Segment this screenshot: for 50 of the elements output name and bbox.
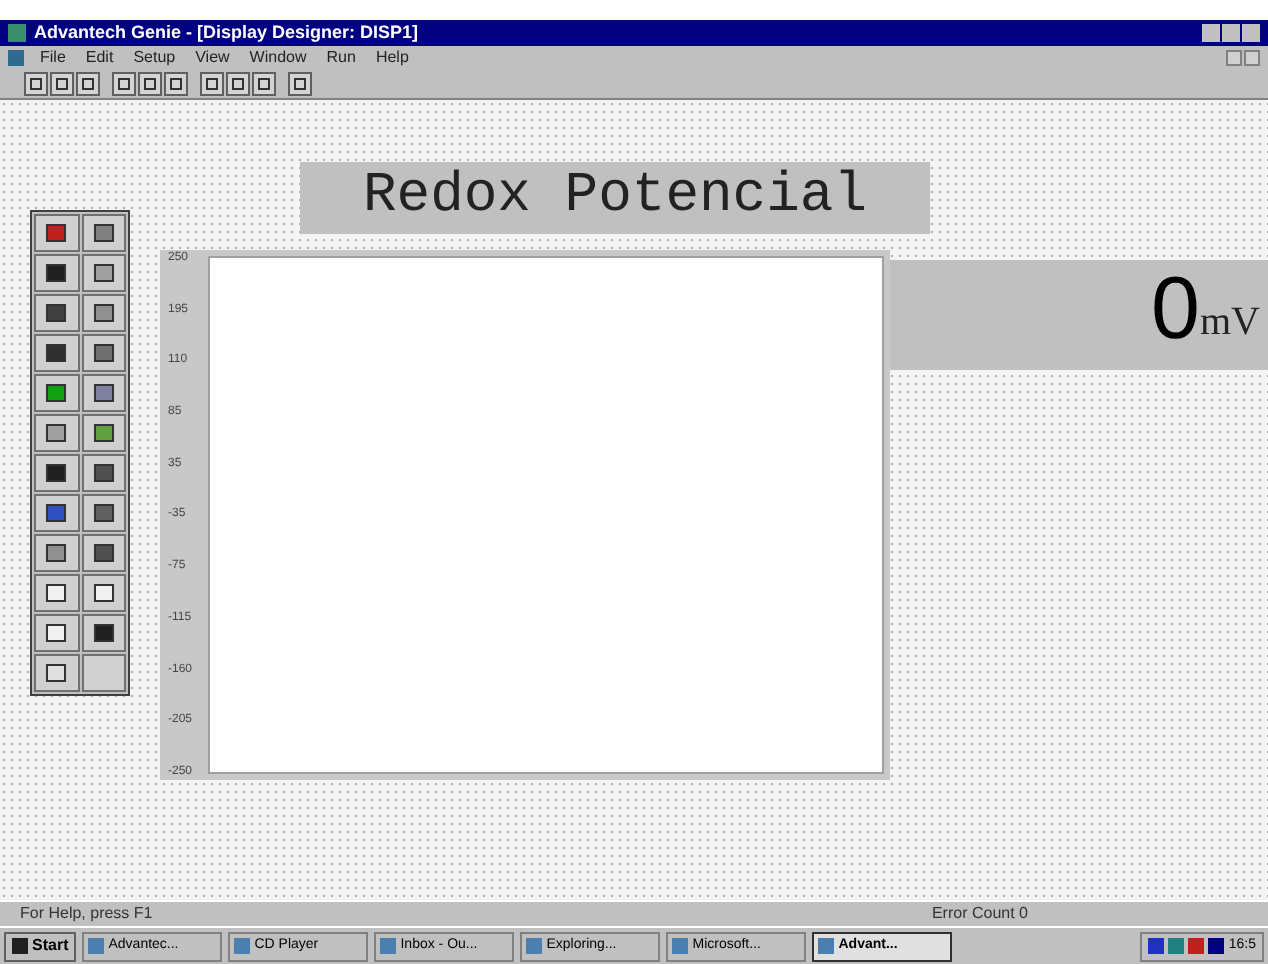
tool-button[interactable] [34, 334, 79, 372]
window-title: Advantech Genie - [Display Designer: DISP1] [34, 24, 419, 42]
tool-button[interactable] [34, 414, 79, 452]
menu-item[interactable]: Setup [133, 45, 176, 69]
status-text: For Help, press F1 [20, 902, 153, 926]
toolbar-button[interactable] [112, 71, 136, 95]
app-icon [8, 24, 26, 42]
tool-button[interactable] [81, 574, 126, 612]
restore-button[interactable] [1244, 49, 1260, 65]
toolbar-button[interactable] [164, 71, 188, 95]
tool-button[interactable] [81, 494, 126, 532]
tool-button[interactable] [34, 534, 79, 572]
toolbar-button[interactable] [138, 71, 162, 95]
toolbar-button[interactable] [226, 71, 250, 95]
tool-button[interactable] [81, 534, 126, 572]
menu-item[interactable]: View [195, 45, 230, 69]
toolbar-button[interactable] [288, 71, 312, 95]
tool-button[interactable] [34, 654, 79, 692]
error-count: Error Count 0 [931, 902, 1028, 926]
start-button[interactable]: Start [4, 931, 77, 961]
tool-button[interactable] [81, 294, 126, 332]
document-icon [8, 49, 24, 65]
palette-header[interactable] [34, 214, 79, 252]
tool-button[interactable] [81, 374, 126, 412]
tool-button[interactable] [81, 254, 126, 292]
tool-button[interactable] [34, 614, 79, 652]
toolbar-button[interactable] [200, 71, 224, 95]
menu-item[interactable]: File [40, 45, 66, 69]
tool-button[interactable] [34, 454, 79, 492]
tool-button[interactable] [81, 334, 126, 372]
menu-item[interactable]: Run [326, 45, 356, 69]
unit-label: mV [1200, 302, 1260, 342]
toolbar-button[interactable] [24, 71, 48, 95]
tool-button[interactable] [81, 214, 126, 252]
tool-button[interactable] [34, 574, 79, 612]
tool-button[interactable] [34, 254, 79, 292]
display-title: Redox Potencial [300, 162, 930, 234]
tool-button[interactable] [81, 614, 126, 652]
tool-button[interactable] [81, 454, 126, 492]
toolbar-button[interactable] [252, 71, 276, 95]
menu-item[interactable]: Help [375, 45, 409, 69]
tool-button[interactable] [34, 374, 79, 412]
tool-button[interactable] [34, 294, 79, 332]
menu-item[interactable]: Window [249, 45, 307, 69]
toolbar-button[interactable] [50, 71, 74, 95]
menu-item[interactable]: Edit [85, 45, 114, 69]
tool-button[interactable] [81, 414, 126, 452]
value-reading: 0 [1151, 266, 1200, 354]
tool-button[interactable] [34, 494, 79, 532]
toolbar-button[interactable] [76, 71, 100, 95]
